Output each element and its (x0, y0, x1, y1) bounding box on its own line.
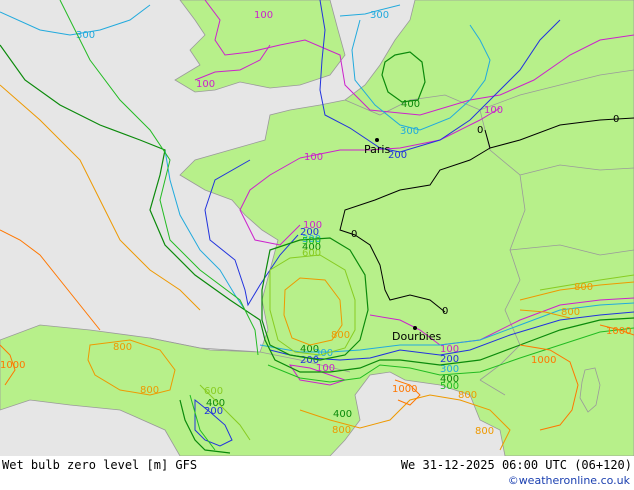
contour-label-500: 500 (302, 236, 321, 247)
contour-label-800: 800 (458, 390, 477, 401)
contour-label-800: 800 (561, 307, 580, 318)
contour-label-300: 300 (370, 10, 389, 21)
city-marker-paris (375, 138, 379, 142)
contour-label-1000: 1000 (392, 384, 417, 395)
forecast-datetime: We 31-12-2025 06:00 UTC (06+120) (400, 458, 632, 472)
contour-label-1000: 1000 (606, 326, 631, 337)
contour-label-0: 0 (442, 306, 448, 317)
contour-label-800: 800 (574, 282, 593, 293)
contour-label-800: 800 (140, 385, 159, 396)
city-label-dourbies: Dourbies (392, 330, 442, 343)
contour-label-300: 300 (76, 30, 95, 41)
contour-label-1000: 1000 (0, 360, 25, 371)
weather-map: 0 0 0 0 100 100 100 100 100 100 100 200 … (0, 0, 634, 456)
contour-label-600: 600 (204, 386, 223, 397)
credit-link[interactable]: ©weatheronline.co.uk (508, 474, 630, 487)
contour-label-100: 100 (254, 10, 273, 21)
contour-label-100: 100 (304, 152, 323, 163)
contour-label-1000: 1000 (531, 355, 556, 366)
contour-label-100: 100 (484, 105, 503, 116)
contour-label-100: 100 (196, 79, 215, 90)
contour-label-300: 300 (400, 126, 419, 137)
contour-label-400: 400 (401, 99, 420, 110)
contour-label-800: 800 (332, 425, 351, 436)
footer: Wet bulb zero level [m] GFS We 31-12-202… (0, 456, 634, 490)
contour-label-0: 0 (613, 114, 619, 125)
contour-label-0: 0 (351, 229, 357, 240)
contour-label-800: 800 (475, 426, 494, 437)
contour-label-400: 400 (333, 409, 352, 420)
city-label-paris: Paris (364, 143, 390, 156)
contour-label-0: 0 (477, 125, 483, 136)
map-frame: 0 0 0 0 100 100 100 100 100 100 100 200 … (0, 0, 634, 490)
map-title: Wet bulb zero level [m] GFS (2, 458, 198, 472)
contour-label-800: 800 (113, 342, 132, 353)
contour-label-200: 200 (388, 150, 407, 161)
contour-label-500: 500 (440, 381, 459, 392)
contour-label-800: 800 (331, 330, 350, 341)
contour-label-600: 600 (302, 248, 321, 259)
